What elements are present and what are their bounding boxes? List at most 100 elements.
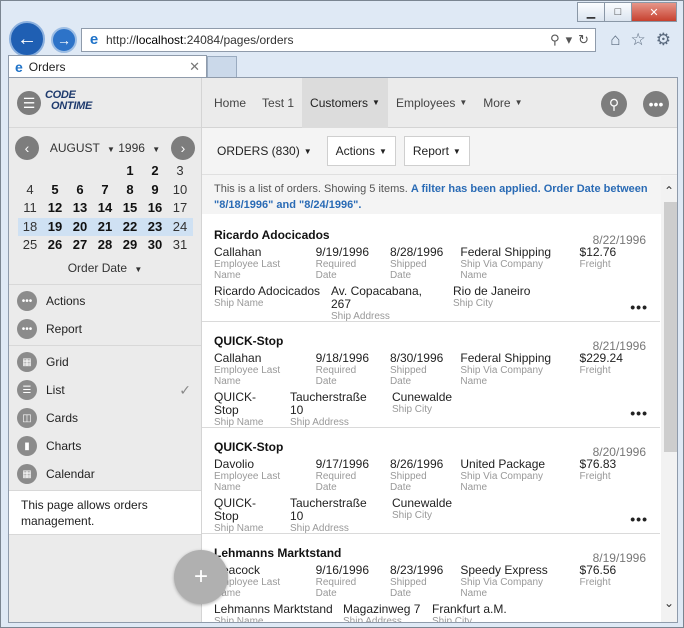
row-actions-dots-icon[interactable]: ••• [630,617,648,622]
order-row-1: Davolio Employee Last Name 9/17/1996 Requir… [214,458,648,494]
calendar-day[interactable]: 8 [118,181,143,200]
menu-hamburger-icon[interactable]: ☰ [17,91,41,115]
sidebar-item-grid[interactable]: ▦ Grid [9,348,201,376]
list-item[interactable]: Lehmanns Marktstand 8/19/1996 Peacock Emplo… [202,534,660,622]
calendar-day[interactable]: 15 [118,199,143,218]
sidebar-item-cards[interactable]: ◫ Cards [9,404,201,432]
close-window-button[interactable]: ✕ [631,2,677,22]
home-icon[interactable]: ⌂ [610,30,620,50]
calendar-day[interactable]: 21 [92,217,118,236]
field-label: Ship Address [290,417,349,428]
calendar-day[interactable]: 2 [143,162,168,181]
calendar-day[interactable]: 19 [42,217,68,236]
scrollbar-thumb[interactable] [664,202,677,452]
sidebar-item-list[interactable]: ☰ List ✓ [9,376,201,404]
back-button[interactable]: ← [9,21,45,57]
field-value: 9/16/1996 [315,563,369,577]
calendar-day [18,162,43,181]
next-month-button[interactable]: › [171,136,195,160]
calendar-day[interactable]: 22 [117,217,143,236]
minimize-button[interactable]: ▁ [577,2,605,22]
report-button[interactable]: Report ▼ [403,136,470,166]
row-actions-dots-icon[interactable]: ••• [630,299,648,315]
calendar-day[interactable]: 1 [118,162,143,181]
scrollbar[interactable]: ⌃ ⌄ [661,176,677,622]
settings-gear-icon[interactable]: ⚙ [656,30,671,50]
calendar-field-selector[interactable]: Order Date ▼ [9,261,201,275]
calendar-day[interactable]: 20 [67,217,93,236]
calendar-day[interactable]: 12 [43,199,68,218]
menu-item-employees[interactable]: Employees ▼ [388,78,475,128]
calendar-day[interactable]: 14 [93,199,118,218]
close-tab-icon[interactable]: ✕ [189,59,200,75]
field-value: Cunewalde [392,390,453,404]
field-value: 9/19/1996 [315,245,369,259]
scroll-up-icon[interactable]: ⌃ [664,184,674,198]
previous-month-button[interactable]: ‹ [15,136,39,160]
view-selector[interactable]: ORDERS (830) ▼ [210,136,319,166]
favorites-star-icon[interactable]: ☆ [631,30,646,50]
field-value: Frankfurt a.M. [432,602,507,616]
calendar-day[interactable]: 9 [143,181,168,200]
list-item[interactable]: QUICK-Stop 8/20/1996 Davolio Employee Last … [202,428,660,534]
calendar-day[interactable]: 25 [18,236,43,255]
calendar-day[interactable]: 26 [43,236,68,255]
calendar-day[interactable]: 23 [142,217,168,236]
more-options-button[interactable]: ••• [643,91,669,117]
calendar-day[interactable]: 31 [168,236,193,255]
sidebar-item-report[interactable]: ••• Report [9,315,201,343]
refresh-icon[interactable]: ↻ [578,32,589,48]
address-bar[interactable]: e http://localhost:24084/pages/orders ⚲ … [81,28,596,52]
field-company: Speedy Express Ship Via Company Name [460,564,569,600]
chevron-left-icon: ‹ [24,140,30,156]
calendar-day[interactable]: 7 [93,181,118,200]
scroll-down-icon[interactable]: ⌄ [664,596,674,610]
sidebar-item-calendar[interactable]: ▦ Calendar [9,460,201,488]
sidebar-item-charts[interactable]: ▮ Charts [9,432,201,460]
calendar-day[interactable]: 6 [68,181,93,200]
list-item[interactable]: Ricardo Adocicados 8/22/1996 Callahan Emplo… [202,216,660,322]
row-actions-dots-icon[interactable]: ••• [630,511,648,527]
field-label: Ship City [453,298,494,309]
menu-item-home[interactable]: Home [206,78,254,128]
calendar-day[interactable]: 13 [68,199,93,218]
search-icon[interactable]: ⚲ [550,32,560,48]
calendar-day[interactable]: 3 [168,162,193,181]
menu-item-more[interactable]: More ▼ [475,78,530,128]
calendar-day[interactable]: 10 [168,181,193,200]
calendar-day[interactable]: 30 [143,236,168,255]
url-text[interactable]: http://localhost:24084/pages/orders [106,33,550,47]
sidebar-item-label: List [46,383,65,397]
calendar-day[interactable]: 17 [168,199,193,218]
field-employee: Peacock Employee Last Name [214,564,306,600]
calendar-day[interactable]: 11 [18,199,43,218]
add-new-button[interactable]: + [174,550,228,604]
list-item[interactable]: QUICK-Stop 8/21/1996 Callahan Employee Last… [202,322,660,428]
dropdown-icon[interactable]: ▾ [566,32,573,48]
menu-item-customers[interactable]: Customers ▼ [302,78,388,128]
actions-button[interactable]: Actions ▼ [326,136,396,166]
menu-item-test-1[interactable]: Test 1 [254,78,302,128]
new-tab-button[interactable] [207,56,237,78]
month-selector[interactable]: AUGUST ▼ 1996 ▼ [50,141,160,155]
calendar-day[interactable]: 4 [18,181,43,200]
calendar-day[interactable]: 28 [93,236,118,255]
browser-tab[interactable]: e Orders ✕ [8,55,207,78]
sidebar-header: ☰ CODE ONTIME [9,78,201,128]
calendar-day[interactable]: 18 [17,217,43,236]
calendar-day[interactable]: 16 [143,199,168,218]
code-on-time-logo[interactable]: CODE ONTIME [45,90,92,112]
sidebar-item-actions[interactable]: ••• Actions [9,287,201,315]
maximize-button[interactable]: □ [604,2,632,22]
forward-button[interactable]: → [51,27,77,53]
calendar-day[interactable]: 5 [43,181,68,200]
calendar-day[interactable]: 27 [68,236,93,255]
field-employee: Callahan Employee Last Name [214,352,306,388]
search-button[interactable]: ⚲ [601,91,627,117]
calendar-day[interactable]: 24 [167,217,193,236]
row-actions-dots-icon[interactable]: ••• [630,405,648,421]
field-value: 8/28/1996 [389,245,444,259]
field-label: Ship Name [214,523,264,534]
plus-icon: + [193,563,208,590]
calendar-day[interactable]: 29 [118,236,143,255]
